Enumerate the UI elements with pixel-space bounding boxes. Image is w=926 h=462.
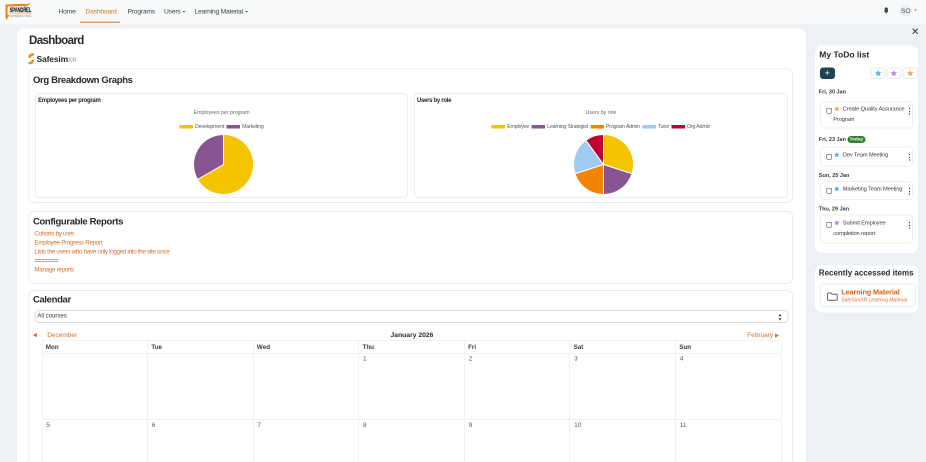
svg-text:INTERACTIVE: INTERACTIVE <box>10 14 32 18</box>
